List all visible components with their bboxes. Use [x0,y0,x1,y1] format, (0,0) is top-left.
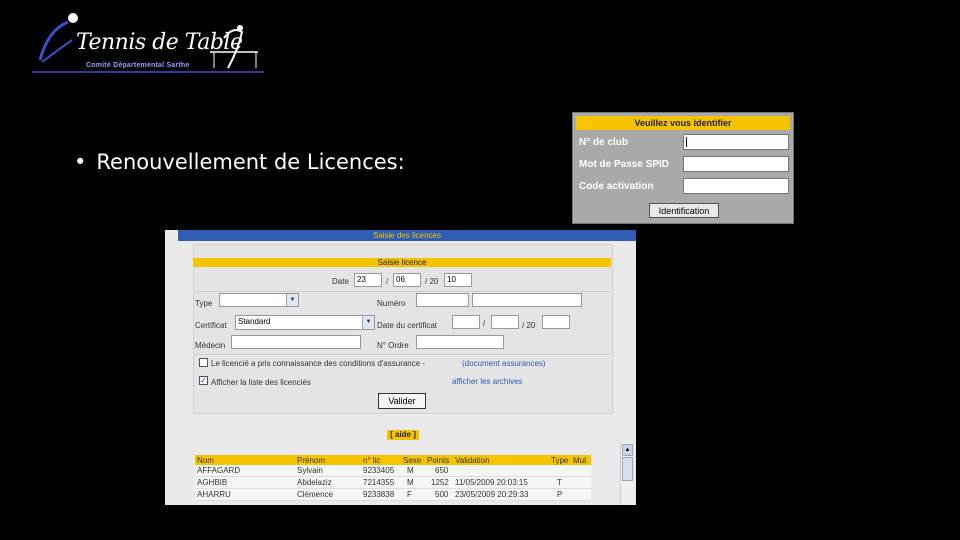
logo-title: Tennis de Table [76,30,243,55]
login-panel: Veuillez vous identifier N° de club Mot … [572,112,794,224]
type-label: Type [195,299,213,308]
cert-separator: / [483,319,486,328]
cert-day-input[interactable] [452,315,480,329]
cell-validation: 11/05/2009 20:03:15 [455,478,528,487]
cell-points: 500 [435,490,449,499]
password-label: Mot de Passe SPID [579,159,670,170]
cell-prenom: Abdelaziz [297,478,332,487]
medecin-label: Médecin [195,341,226,350]
col-header-nom: Nom [197,456,214,465]
certificat-value: Standard [238,317,271,326]
cell-type: P [557,490,563,499]
cell-sexe: M [407,478,414,487]
col-header-nlic: n° lic [363,456,381,465]
chevron-down-icon: ▼ [362,316,374,329]
club-input[interactable] [683,134,789,150]
cell-sexe: M [407,466,414,475]
date-certificat-label: Date du certificat [377,321,438,330]
date-month-input[interactable]: 06 [393,273,421,287]
licence-form-panel: Saisie des licences Saisie licence Date … [165,230,636,505]
activation-input[interactable] [683,178,789,194]
numero-label: Numéro [377,299,406,308]
numero-extra-input[interactable] [472,293,582,307]
scroll-up-icon[interactable]: ▲ [622,444,633,456]
cell-nlic: 9233405 [363,466,395,475]
bullet-heading: • Renouvellement de Licences: [74,150,405,174]
table-scrollbar[interactable]: ▲ [620,443,633,505]
afficher-liste-checkbox[interactable]: ✓ [199,376,208,385]
date-day-input[interactable]: 23 [354,273,382,287]
numero-input[interactable] [416,293,469,307]
cell-prenom: Clémence [297,490,334,499]
medecin-input[interactable] [231,335,361,349]
col-header-validation: Validation [455,456,490,465]
assurance-document-link[interactable]: (document assurances) [462,359,546,368]
cert-month-input[interactable] [491,315,519,329]
row-divider [193,354,611,355]
certificat-label: Certificat [195,321,227,330]
no-ordre-label: N° Ordre [377,341,409,350]
date-year-input[interactable]: 10 [444,273,472,287]
col-header-mut: Mut [573,456,587,465]
date-separator: / [386,277,389,286]
cell-validation: 23/05/2009 20:29:33 [455,490,529,499]
scroll-thumb[interactable] [622,457,633,481]
identification-button[interactable]: Identification [649,203,719,218]
cell-nom: AGHBIB [197,478,228,487]
cell-nlic: 9233838 [363,490,395,499]
col-header-points: Points [427,456,450,465]
activation-label: Code activation [579,181,654,192]
table-row[interactable]: AFFAGARD Sylvain 9233405 M 650 [195,465,591,477]
certificat-select[interactable]: Standard ▼ [235,315,375,330]
valider-button[interactable]: Valider [378,393,426,409]
comite-logo: Tennis de Table Comité Départemental Sar… [28,10,268,80]
cell-type: T [557,478,562,487]
table-row[interactable]: AGHBIB Abdelaziz 7214355 M 1252 11/05/20… [195,477,591,489]
row-divider [193,291,611,292]
cell-sexe: F [407,490,412,499]
date-label: Date [332,277,349,286]
licencies-table: Nom Prénom n° lic Sexe Points Validation… [195,455,591,501]
chevron-down-icon: ▼ [286,294,298,306]
bullet-text: Renouvellement de Licences: [96,150,405,174]
section-header: Saisie licence [193,258,611,267]
cert-year-input[interactable] [542,315,570,329]
cell-nom: AHARRU [197,490,231,499]
bullet-symbol: • [74,150,87,174]
form-title-bar: Saisie des licences [178,230,636,241]
cell-points: 650 [435,466,449,475]
password-input[interactable] [683,156,789,172]
col-header-sexe: Sexe [403,456,422,465]
aide-link[interactable]: [ aide ] [387,430,419,440]
no-ordre-input[interactable] [416,335,504,349]
cell-nom: AFFAGARD [197,466,241,475]
cell-points: 1252 [431,478,449,487]
assurance-checkbox[interactable] [199,358,208,367]
table-header-row: Nom Prénom n° lic Sexe Points Validation… [195,455,591,465]
table-row[interactable]: AHARRU Clémence 9233838 F 500 23/05/2009… [195,489,591,501]
col-header-prenom: Prénom [297,456,326,465]
logo-subtitle: Comité Départemental Sarthe [86,62,190,69]
afficher-liste-label: Afficher la liste des licenciés [211,378,311,387]
type-select[interactable]: ▼ [219,293,299,307]
afficher-archives-link[interactable]: afficher les archives [452,377,523,386]
cell-prenom: Sylvain [297,466,323,475]
text-caret [686,137,687,147]
club-label: N° de club [579,137,629,148]
assurance-text: Le licencié a pris connaissance des cond… [211,359,426,368]
col-header-type: Type [551,456,569,465]
date-year-prefix: / 20 [425,277,439,286]
form-title: Saisie des licences [372,231,442,240]
login-header: Veuillez vous identifier [576,116,790,130]
cert-year-prefix: / 20 [522,321,536,330]
cell-nlic: 7214355 [363,478,395,487]
